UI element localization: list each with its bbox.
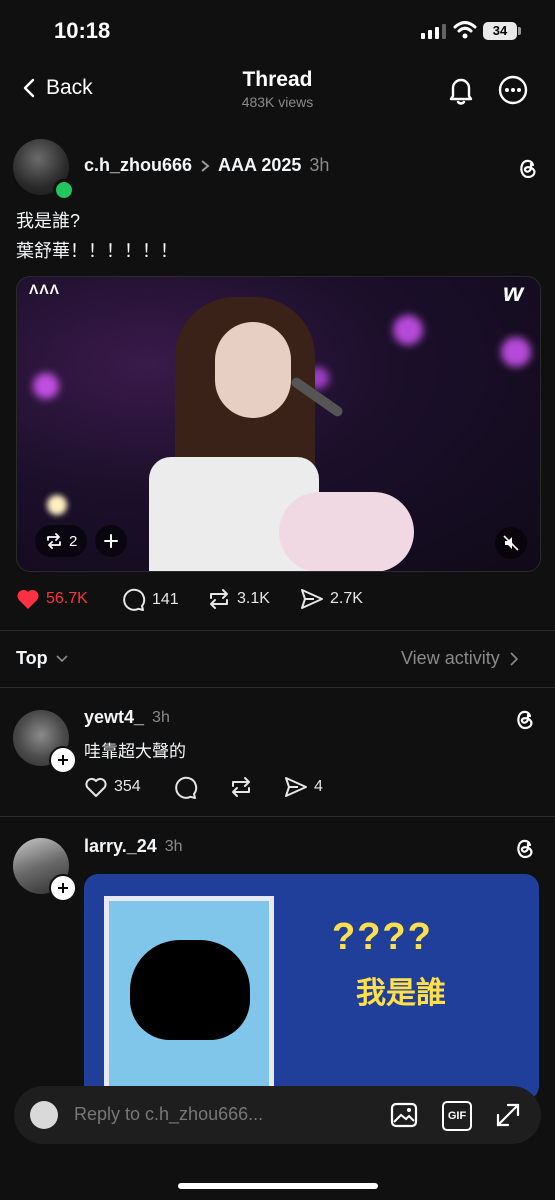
divider	[0, 687, 555, 688]
repost-count-badge[interactable]: 2	[35, 525, 88, 557]
plus-icon	[58, 755, 68, 765]
reply-username[interactable]: larry._24	[84, 836, 157, 857]
view-activity-label: View activity	[401, 648, 500, 668]
performer-face	[215, 322, 291, 418]
threads-logo-icon[interactable]	[513, 707, 537, 731]
reply-time: 3h	[164, 837, 183, 855]
wifi-icon	[453, 21, 477, 39]
cell-signal-icon	[421, 24, 446, 39]
comment-count: 141	[152, 591, 179, 608]
battery-icon: 34	[483, 22, 517, 40]
threads-logo-icon[interactable]	[516, 156, 540, 180]
follow-button[interactable]	[49, 746, 77, 774]
plus-icon	[58, 883, 68, 893]
threads-logo-icon[interactable]	[513, 836, 537, 860]
image-icon[interactable]	[390, 1101, 418, 1129]
reply-header: larry._24 3h	[84, 836, 183, 857]
view-activity-link[interactable]: View activity	[401, 648, 518, 669]
meme-caption: 我是誰	[356, 977, 446, 1010]
add-button[interactable]	[95, 525, 127, 557]
online-indicator	[53, 179, 75, 201]
battery-tip	[518, 27, 521, 35]
chevron-right-icon	[510, 651, 518, 666]
repost-count: 2	[69, 532, 78, 550]
stage-light	[501, 337, 531, 367]
reply-text: 哇靠超大聲的	[84, 742, 186, 761]
user-avatar	[30, 1101, 58, 1129]
divider	[0, 630, 555, 631]
reply-time: 3h	[152, 708, 170, 726]
follow-button[interactable]	[49, 874, 77, 902]
comment-icon	[123, 588, 146, 611]
sort-label: Top	[16, 648, 48, 668]
reply-like-count: 354	[114, 778, 141, 795]
reply-share-button[interactable]: 4	[284, 776, 323, 798]
chevron-right-icon	[201, 159, 210, 172]
heart-filled-icon	[17, 589, 39, 609]
chevron-down-icon	[56, 654, 68, 662]
comment-button[interactable]: 141	[122, 588, 179, 612]
repost-icon	[47, 533, 61, 549]
repost-icon[interactable]	[229, 776, 253, 798]
repost-count: 3.1K	[237, 590, 270, 607]
repost-icon	[210, 589, 228, 609]
sort-dropdown[interactable]: Top	[16, 648, 68, 669]
reply-composer: Reply to c.h_zhou666... GIF	[14, 1086, 541, 1144]
stage-light	[47, 495, 67, 515]
home-indicator	[178, 1183, 378, 1189]
divider	[0, 816, 555, 817]
flower-bouquet	[279, 492, 414, 571]
like-count: 56.7K	[46, 590, 88, 607]
share-count: 2.7K	[330, 590, 363, 607]
speaker-muted-icon	[503, 535, 519, 551]
reply-image[interactable]: ???? 我是誰	[84, 874, 539, 1100]
repost-button[interactable]: 3.1K	[207, 588, 270, 610]
stage-light	[33, 373, 59, 399]
gif-button[interactable]: GIF	[442, 1101, 472, 1131]
pokemon-silhouette	[130, 940, 250, 1040]
post-video[interactable]: ΛΛΛ w 2	[16, 276, 541, 572]
reply-header: yewt4_ 3h	[84, 707, 170, 728]
bell-icon[interactable]	[445, 74, 477, 106]
author-username[interactable]: c.h_zhou666	[84, 155, 192, 176]
reply-share-count: 4	[314, 778, 323, 795]
share-button[interactable]: 2.7K	[300, 588, 363, 610]
mute-button[interactable]	[495, 527, 527, 559]
post-header: c.h_zhou666 AAA 2025 3h	[84, 155, 329, 176]
send-icon	[301, 589, 323, 609]
heart-icon	[85, 777, 107, 797]
watermark-logo: w	[503, 277, 524, 307]
post-line-1: 我是誰?	[16, 211, 81, 231]
reply-input[interactable]: Reply to c.h_zhou666...	[74, 1104, 263, 1125]
aaa-logo: ΛΛΛ	[29, 281, 61, 297]
like-button[interactable]: 56.7K	[16, 588, 88, 610]
stage-light	[393, 315, 423, 345]
comment-icon[interactable]	[174, 776, 198, 800]
more-options-icon[interactable]	[497, 74, 529, 106]
post-time: 3h	[309, 155, 330, 175]
reply-username[interactable]: yewt4_	[84, 707, 144, 728]
plus-icon	[104, 534, 118, 548]
status-time: 10:18	[54, 18, 111, 43]
community-name[interactable]: AAA 2025	[218, 155, 301, 176]
meme-question-marks: ????	[332, 916, 433, 958]
reply-like-button[interactable]: 354	[84, 776, 141, 798]
expand-icon[interactable]	[494, 1101, 522, 1129]
post-line-2: 葉舒華！！！！！！	[16, 241, 178, 261]
send-icon	[285, 777, 307, 797]
